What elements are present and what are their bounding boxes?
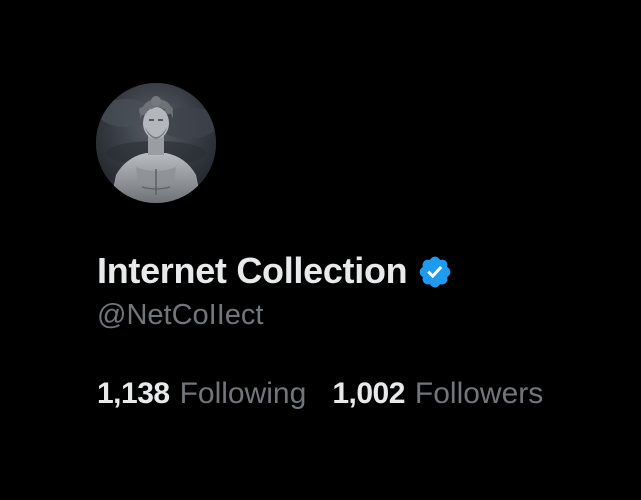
profile-stats: 1,138 Following 1,002 Followers bbox=[97, 374, 543, 414]
followers-count: 1,002 bbox=[332, 377, 405, 410]
statue-avatar-icon bbox=[96, 83, 216, 203]
profile-header: Internet Collection @NetCoIIect 1,138 Fo… bbox=[0, 0, 641, 500]
display-name-row: Internet Collection bbox=[97, 248, 453, 294]
verified-badge-icon[interactable] bbox=[417, 254, 453, 290]
display-name: Internet Collection bbox=[97, 250, 408, 291]
profile-avatar[interactable] bbox=[96, 83, 216, 203]
followers-link[interactable]: 1,002 Followers bbox=[332, 374, 543, 414]
following-label: Following bbox=[179, 377, 307, 410]
following-count: 1,138 bbox=[97, 377, 170, 410]
followers-label: Followers bbox=[414, 377, 544, 410]
profile-handle: @NetCoIIect bbox=[97, 299, 264, 331]
following-link[interactable]: 1,138 Following bbox=[97, 374, 306, 414]
